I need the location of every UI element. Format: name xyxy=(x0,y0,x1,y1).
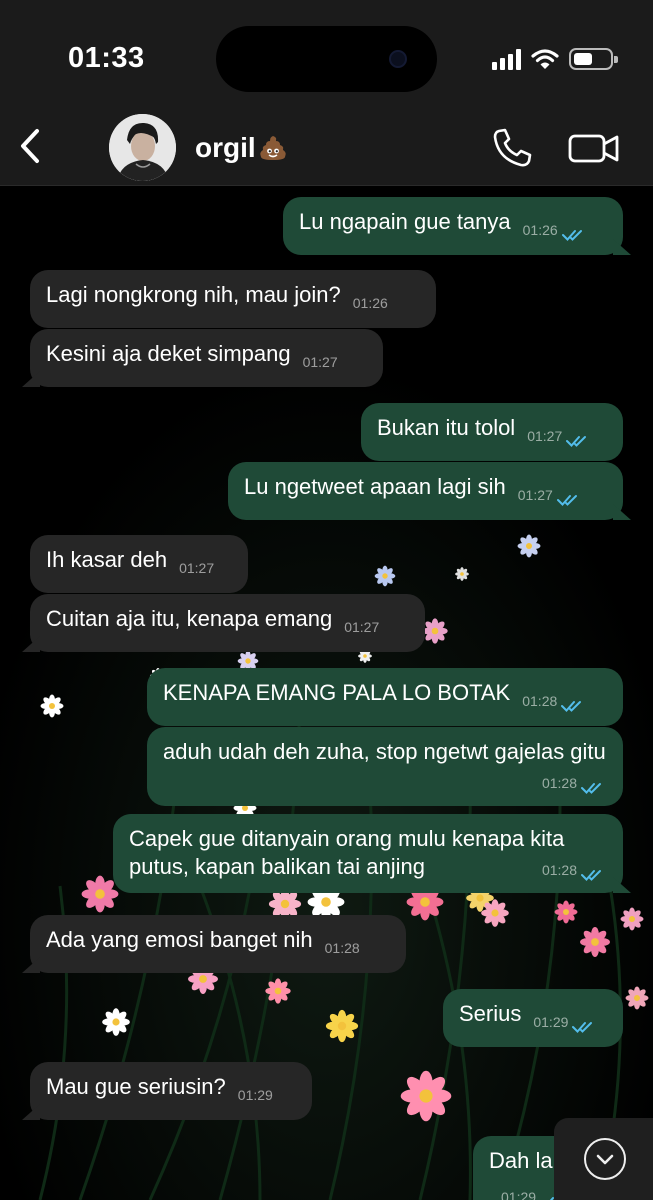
incoming-message[interactable]: Cuitan aja itu, kenapa emang 01:27 xyxy=(30,594,425,652)
message-time: 01:28 xyxy=(541,862,577,878)
incoming-message[interactable]: Mau gue seriusin? 01:29 xyxy=(30,1062,312,1120)
message-text: aduh udah deh zuha, stop ngetwt gajelas … xyxy=(163,739,606,764)
contact-avatar[interactable] xyxy=(109,114,176,181)
double-check-read-icon xyxy=(581,863,607,881)
message-text: Capek gue ditanyain orang mulu kenapa ki… xyxy=(129,826,565,879)
chevron-left-icon xyxy=(21,129,39,163)
double-check-read-icon xyxy=(556,488,583,506)
outgoing-message[interactable]: Lu ngapain gue tanya 01:26 xyxy=(283,197,623,255)
outgoing-message[interactable]: Bukan itu tolol 01:27 xyxy=(361,403,623,461)
message-meta: 01:28 xyxy=(522,687,587,715)
status-icons xyxy=(492,46,618,72)
dynamic-island xyxy=(216,26,437,92)
double-check-read-icon xyxy=(561,694,587,712)
message-time: 01:28 xyxy=(324,940,360,956)
video-camera-icon xyxy=(568,134,619,163)
message-meta: 01:28 xyxy=(542,769,607,797)
cellular-signal-icon xyxy=(492,48,521,70)
chat-header: orgil xyxy=(0,110,653,186)
incoming-message[interactable]: Ada yang emosi banget nih 01:28 xyxy=(30,915,406,973)
message-time: 01:29 xyxy=(501,1189,537,1200)
contact-name[interactable]: orgil xyxy=(195,132,288,164)
message-time: 01:27 xyxy=(179,560,215,576)
phone-icon xyxy=(493,128,532,167)
status-time: 01:33 xyxy=(68,42,145,74)
scroll-to-bottom-button[interactable] xyxy=(584,1138,626,1180)
poop-emoji-icon xyxy=(260,136,286,160)
back-button[interactable] xyxy=(10,126,50,166)
outgoing-message[interactable]: Capek gue ditanyain orang mulu kenapa ki… xyxy=(113,814,623,893)
status-bar: 01:33 xyxy=(0,0,653,110)
message-time: 01:27 xyxy=(517,487,553,503)
message-time: 01:27 xyxy=(344,619,380,635)
double-check-read-icon xyxy=(561,223,588,241)
message-text: Bukan itu tolol xyxy=(377,415,516,440)
wifi-icon xyxy=(531,49,559,69)
message-text: Cuitan aja itu, kenapa emang xyxy=(46,606,333,631)
message-meta: 01:26 xyxy=(353,289,388,317)
message-meta: 01:27 xyxy=(527,422,592,450)
battery-icon xyxy=(569,48,618,70)
video-call-button[interactable] xyxy=(567,128,621,168)
message-time: 01:27 xyxy=(527,428,563,444)
message-text: Mau gue seriusin? xyxy=(46,1074,226,1099)
message-time: 01:26 xyxy=(352,295,388,311)
message-text: Lu ngapain gue tanya xyxy=(299,209,511,234)
message-meta: 01:28 xyxy=(542,856,607,884)
message-text: Ada yang emosi banget nih xyxy=(46,927,313,952)
front-camera xyxy=(389,50,407,68)
message-meta: 01:28 xyxy=(325,934,360,962)
outgoing-message[interactable]: Lu ngetweet apaan lagi sih 01:27 xyxy=(228,462,623,520)
double-check-read-icon xyxy=(581,776,607,794)
message-time: 01:29 xyxy=(533,1014,569,1030)
double-check-read-icon xyxy=(572,1015,598,1033)
chevron-down-icon xyxy=(596,1154,614,1165)
message-text: Lu ngetweet apaan lagi sih xyxy=(244,474,506,499)
message-time: 01:28 xyxy=(522,693,558,709)
message-text: Serius xyxy=(459,1001,522,1026)
scroll-panel xyxy=(554,1118,653,1200)
double-check-read-icon xyxy=(566,429,592,447)
message-text: Lagi nongkrong nih, mau join? xyxy=(46,282,341,307)
message-meta: 01:27 xyxy=(518,481,583,509)
outgoing-message[interactable]: aduh udah deh zuha, stop ngetwt gajelas … xyxy=(147,727,623,806)
message-text: Kesini aja deket simpang xyxy=(46,341,291,366)
outgoing-message[interactable]: Serius 01:29 xyxy=(443,989,623,1047)
message-meta: 01:29 xyxy=(533,1008,598,1036)
message-text: KENAPA EMANG PALA LO BOTAK xyxy=(163,680,511,705)
message-time: 01:26 xyxy=(522,222,558,238)
incoming-message[interactable]: Lagi nongkrong nih, mau join? 01:26 xyxy=(30,270,436,328)
message-meta: 01:29 xyxy=(238,1081,273,1109)
incoming-message[interactable]: Kesini aja deket simpang 01:27 xyxy=(30,329,383,387)
message-time: 01:29 xyxy=(237,1087,273,1103)
message-meta: 01:27 xyxy=(303,348,338,376)
message-time: 01:28 xyxy=(541,775,577,791)
message-text: Ih kasar deh xyxy=(46,547,168,572)
contact-name-text: orgil xyxy=(195,132,256,163)
message-time: 01:27 xyxy=(302,354,338,370)
message-meta: 01:27 xyxy=(344,613,379,641)
incoming-message[interactable]: Ih kasar deh 01:27 xyxy=(30,535,248,593)
message-meta: 01:27 xyxy=(179,554,214,582)
outgoing-message[interactable]: KENAPA EMANG PALA LO BOTAK 01:28 xyxy=(147,668,623,726)
message-meta: 01:26 xyxy=(523,216,588,244)
voice-call-button[interactable] xyxy=(490,126,534,170)
